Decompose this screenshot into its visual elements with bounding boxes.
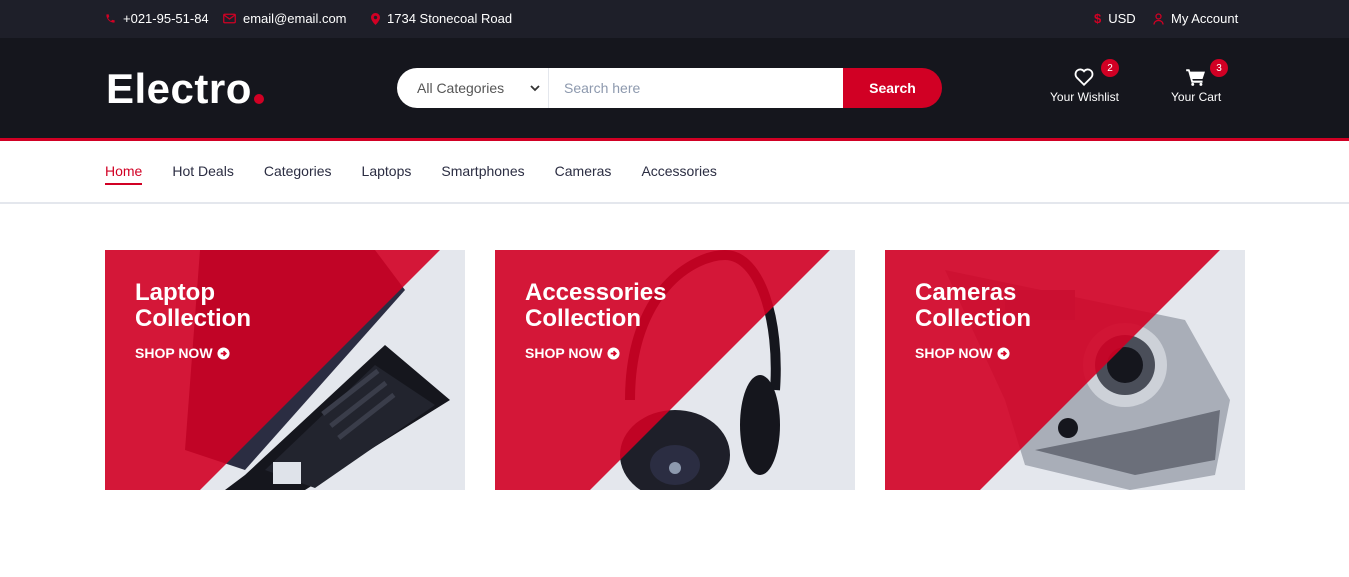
nav-item-home[interactable]: Home xyxy=(105,163,143,185)
phone-icon xyxy=(106,14,115,23)
wishlist-label: Your Wishlist xyxy=(1050,90,1119,104)
collection-title-line1: Accessories xyxy=(525,279,667,306)
collection-title-line2: Collection xyxy=(915,305,1032,332)
header-email-link[interactable]: email@email.com xyxy=(223,11,347,26)
search-button[interactable]: Search xyxy=(843,68,942,108)
header-address-link[interactable]: 1734 Stonecoal Road xyxy=(371,11,512,26)
shop-now-label: SHOP NOW xyxy=(525,345,603,361)
wishlist-link[interactable]: 2 Your Wishlist xyxy=(1050,59,1119,104)
shopping-cart-icon xyxy=(1186,69,1206,86)
cameras-shop-now-link[interactable]: SHOP NOW xyxy=(915,345,1010,361)
currency-label: USD xyxy=(1108,11,1136,26)
wishlist-count-badge: 2 xyxy=(1101,59,1119,77)
nav-list: Home Hot Deals Categories Laptops Smartp… xyxy=(105,163,717,185)
accessories-collection-card[interactable]: Accessories Collection SHOP NOW xyxy=(495,250,855,490)
search-form: All Categories Search here Search xyxy=(397,68,942,108)
cameras-collection-title: Cameras Collection xyxy=(915,280,1031,332)
accessories-shop-now-link[interactable]: SHOP NOW xyxy=(525,345,620,361)
nav-item-hot-deals[interactable]: Hot Deals xyxy=(172,163,233,183)
email-address: email@email.com xyxy=(243,11,347,26)
nav-item-accessories[interactable]: Accessories xyxy=(641,163,716,183)
search-input[interactable]: Search here xyxy=(549,68,843,108)
laptop-collection-title: Laptop Collection xyxy=(135,280,251,332)
logo-text: Electro xyxy=(106,65,252,112)
accessories-collection-title: Accessories Collection xyxy=(525,280,666,332)
envelope-icon xyxy=(223,13,236,24)
shop-now-label: SHOP NOW xyxy=(915,345,993,361)
category-select-value: All Categories xyxy=(417,80,505,96)
currency-link[interactable]: $ USD xyxy=(1094,11,1136,26)
phone-number: +021-95-51-84 xyxy=(123,11,209,26)
map-marker-icon xyxy=(371,12,380,25)
arrow-circle-right-icon xyxy=(606,346,620,360)
collection-title-line2: Collection xyxy=(525,305,642,332)
top-bar: +021-95-51-84 email@email.com 1734 Stone… xyxy=(0,0,1349,38)
logo[interactable]: Electro xyxy=(106,65,264,113)
nav-item-smartphones[interactable]: Smartphones xyxy=(441,163,524,183)
collection-title-line1: Laptop xyxy=(135,279,215,306)
cart-link[interactable]: 3 Your Cart xyxy=(1171,59,1228,104)
nav-item-cameras[interactable]: Cameras xyxy=(555,163,612,183)
nav-item-laptops[interactable]: Laptops xyxy=(362,163,412,183)
main-navigation: Home Hot Deals Categories Laptops Smartp… xyxy=(0,141,1349,204)
arrow-circle-right-icon xyxy=(216,346,230,360)
user-icon xyxy=(1153,12,1164,25)
cart-count-badge: 3 xyxy=(1210,59,1228,77)
laptop-shop-now-link[interactable]: SHOP NOW xyxy=(135,345,230,361)
cameras-collection-card[interactable]: Cameras Collection SHOP NOW xyxy=(885,250,1245,490)
logo-dot xyxy=(253,94,264,104)
chevron-down-icon xyxy=(530,85,540,92)
my-account-link[interactable]: My Account xyxy=(1153,11,1238,26)
cart-label: Your Cart xyxy=(1171,90,1222,104)
main-header: Electro All Categories Search here Searc… xyxy=(0,38,1349,141)
dollar-icon: $ xyxy=(1094,11,1102,26)
search-placeholder: Search here xyxy=(564,80,641,96)
category-select[interactable]: All Categories xyxy=(397,68,549,108)
arrow-circle-right-icon xyxy=(996,346,1010,360)
shop-now-label: SHOP NOW xyxy=(135,345,213,361)
heart-icon xyxy=(1075,68,1094,86)
address-text: 1734 Stonecoal Road xyxy=(387,11,513,26)
nav-item-categories[interactable]: Categories xyxy=(264,163,332,183)
collection-title-line1: Cameras xyxy=(915,279,1017,306)
laptop-collection-card[interactable]: Laptop Collection SHOP NOW xyxy=(105,250,465,490)
account-label: My Account xyxy=(1171,11,1239,26)
collection-title-line2: Collection xyxy=(135,305,252,332)
header-phone-link[interactable]: +021-95-51-84 xyxy=(105,11,209,26)
